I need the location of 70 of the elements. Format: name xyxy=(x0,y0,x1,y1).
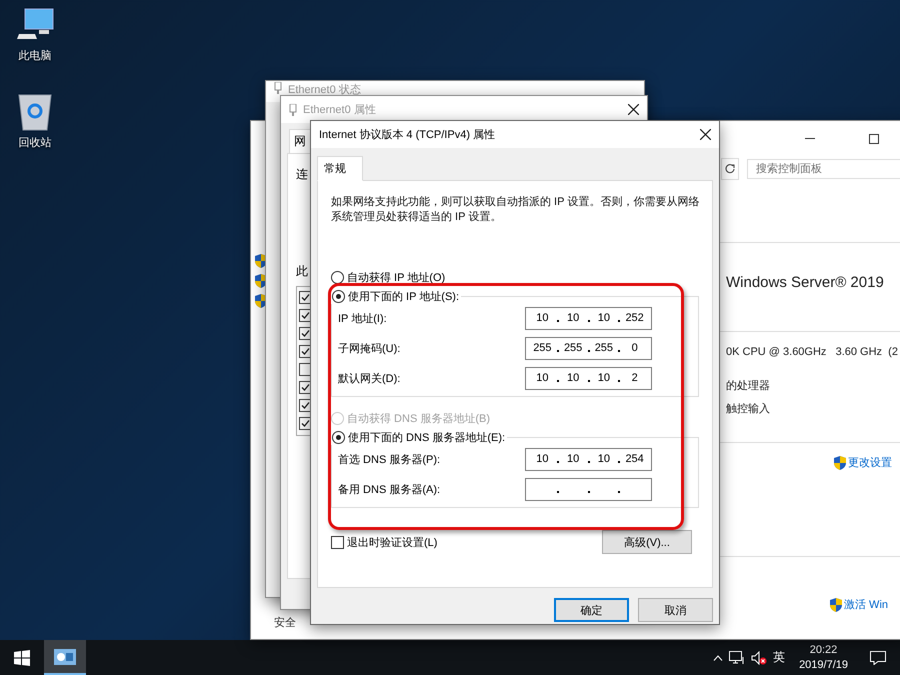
octet-text: 10 xyxy=(596,372,611,384)
network-icon[interactable] xyxy=(729,650,746,664)
ip-address-field[interactable] xyxy=(525,478,652,500)
info-text: 触控输入 xyxy=(726,402,771,416)
ip-address-field[interactable]: 10 10 10 2 xyxy=(525,366,652,390)
network-adapter-icon xyxy=(274,82,282,94)
ip-address-field[interactable]: 10 10 10 252 xyxy=(525,306,652,330)
close-icon[interactable] xyxy=(628,104,639,115)
field-label: IP 地址(I): xyxy=(338,312,387,326)
refresh-icon xyxy=(725,164,735,174)
advanced-button[interactable]: 高级(V)... xyxy=(602,530,692,554)
ip-address-field[interactable]: 10 10 10 254 xyxy=(525,448,652,470)
shield-icon xyxy=(830,598,842,612)
dialog-button[interactable]: 取消 xyxy=(638,598,713,622)
octet-text: 10 xyxy=(535,312,550,324)
octet-text: 10 xyxy=(566,372,580,384)
field-label: 默认网关(D): xyxy=(338,372,400,386)
radio-option[interactable]: 使用下面的 DNS 服务器地址(E): xyxy=(332,430,506,445)
radio-option[interactable]: 自动获得 IP 地址(O) xyxy=(331,270,446,285)
clock[interactable]: 20:22 2019/7/19 xyxy=(799,642,848,672)
octet-text: 254 xyxy=(624,453,645,465)
octet-text: 255 xyxy=(532,342,553,354)
muted-speaker-icon[interactable] xyxy=(751,650,768,664)
description-text: 如果网络支持此功能，则可以获取自动指派的 IP 设置。否则，你需要从网络系统管理员处获得适当的 IP 设置。 xyxy=(331,195,700,225)
taskbar-app-button[interactable] xyxy=(44,640,86,675)
desktop-icon-label: 此电脑 xyxy=(18,48,52,63)
refresh-button[interactable] xyxy=(721,158,739,180)
close-icon[interactable] xyxy=(700,129,711,140)
field-label: 备用 DNS 服务器(A): xyxy=(338,482,440,496)
search-field[interactable]: 搜索控制面板 xyxy=(747,159,900,179)
processor-text: 0K CPU @ 3.60GHz 3.60 GHz (2 xyxy=(726,346,899,358)
octet-text: 10 xyxy=(566,312,580,324)
change-settings-link[interactable]: 更改设置 xyxy=(848,455,892,470)
octet-text: 2 xyxy=(630,372,639,384)
octet-text: 255 xyxy=(594,342,614,354)
tab[interactable]: 常规 xyxy=(317,156,363,181)
octet-text: 10 xyxy=(596,312,611,324)
chevron-up-icon[interactable] xyxy=(713,654,724,660)
edition-text: Windows Server® 2019 xyxy=(726,272,885,292)
dialog-button[interactable]: 确定 xyxy=(554,598,629,622)
minimize-icon[interactable] xyxy=(805,138,815,140)
footer-text: 安全 xyxy=(274,616,297,630)
dialog-title: Internet 协议版本 4 (TCP/IPv4) 属性 xyxy=(319,128,496,142)
input-method-indicator[interactable]: 英 xyxy=(773,649,786,666)
field-label: 首选 DNS 服务器(P): xyxy=(338,452,440,466)
octet-text: 255 xyxy=(562,342,584,354)
info-text: 的处理器 xyxy=(726,379,771,393)
octet-text: 10 xyxy=(535,372,550,384)
network-adapter-icon xyxy=(289,104,297,116)
activation-link[interactable]: 激活 Win xyxy=(844,597,888,612)
octet-text: 10 xyxy=(535,453,550,465)
ip-address-field[interactable]: 255 255 255 0 xyxy=(525,336,652,360)
radio-option[interactable]: 使用下面的 IP 地址(S): xyxy=(332,289,460,304)
system-app-icon xyxy=(54,648,76,664)
field-label: 此 xyxy=(296,263,308,280)
window-title: Ethernet0 状态 xyxy=(288,82,361,97)
validate-checkbox[interactable]: 退出时验证设置(L) xyxy=(331,534,438,550)
octet-text: 10 xyxy=(566,453,580,465)
tab[interactable]: 网 xyxy=(289,129,311,153)
notification-icon[interactable] xyxy=(870,650,886,664)
shield-icon xyxy=(834,456,846,470)
desktop-icon-label: 回收站 xyxy=(18,136,52,150)
octet-text: 0 xyxy=(630,342,639,354)
octet-text: 10 xyxy=(596,453,611,465)
field-label: 子网掩码(U): xyxy=(338,342,400,356)
windows-logo-icon xyxy=(14,650,30,666)
octet-text: 252 xyxy=(624,312,645,324)
maximize-icon[interactable] xyxy=(869,134,879,144)
window-title: Ethernet0 属性 xyxy=(303,103,376,117)
field-label: 连 xyxy=(296,166,308,183)
